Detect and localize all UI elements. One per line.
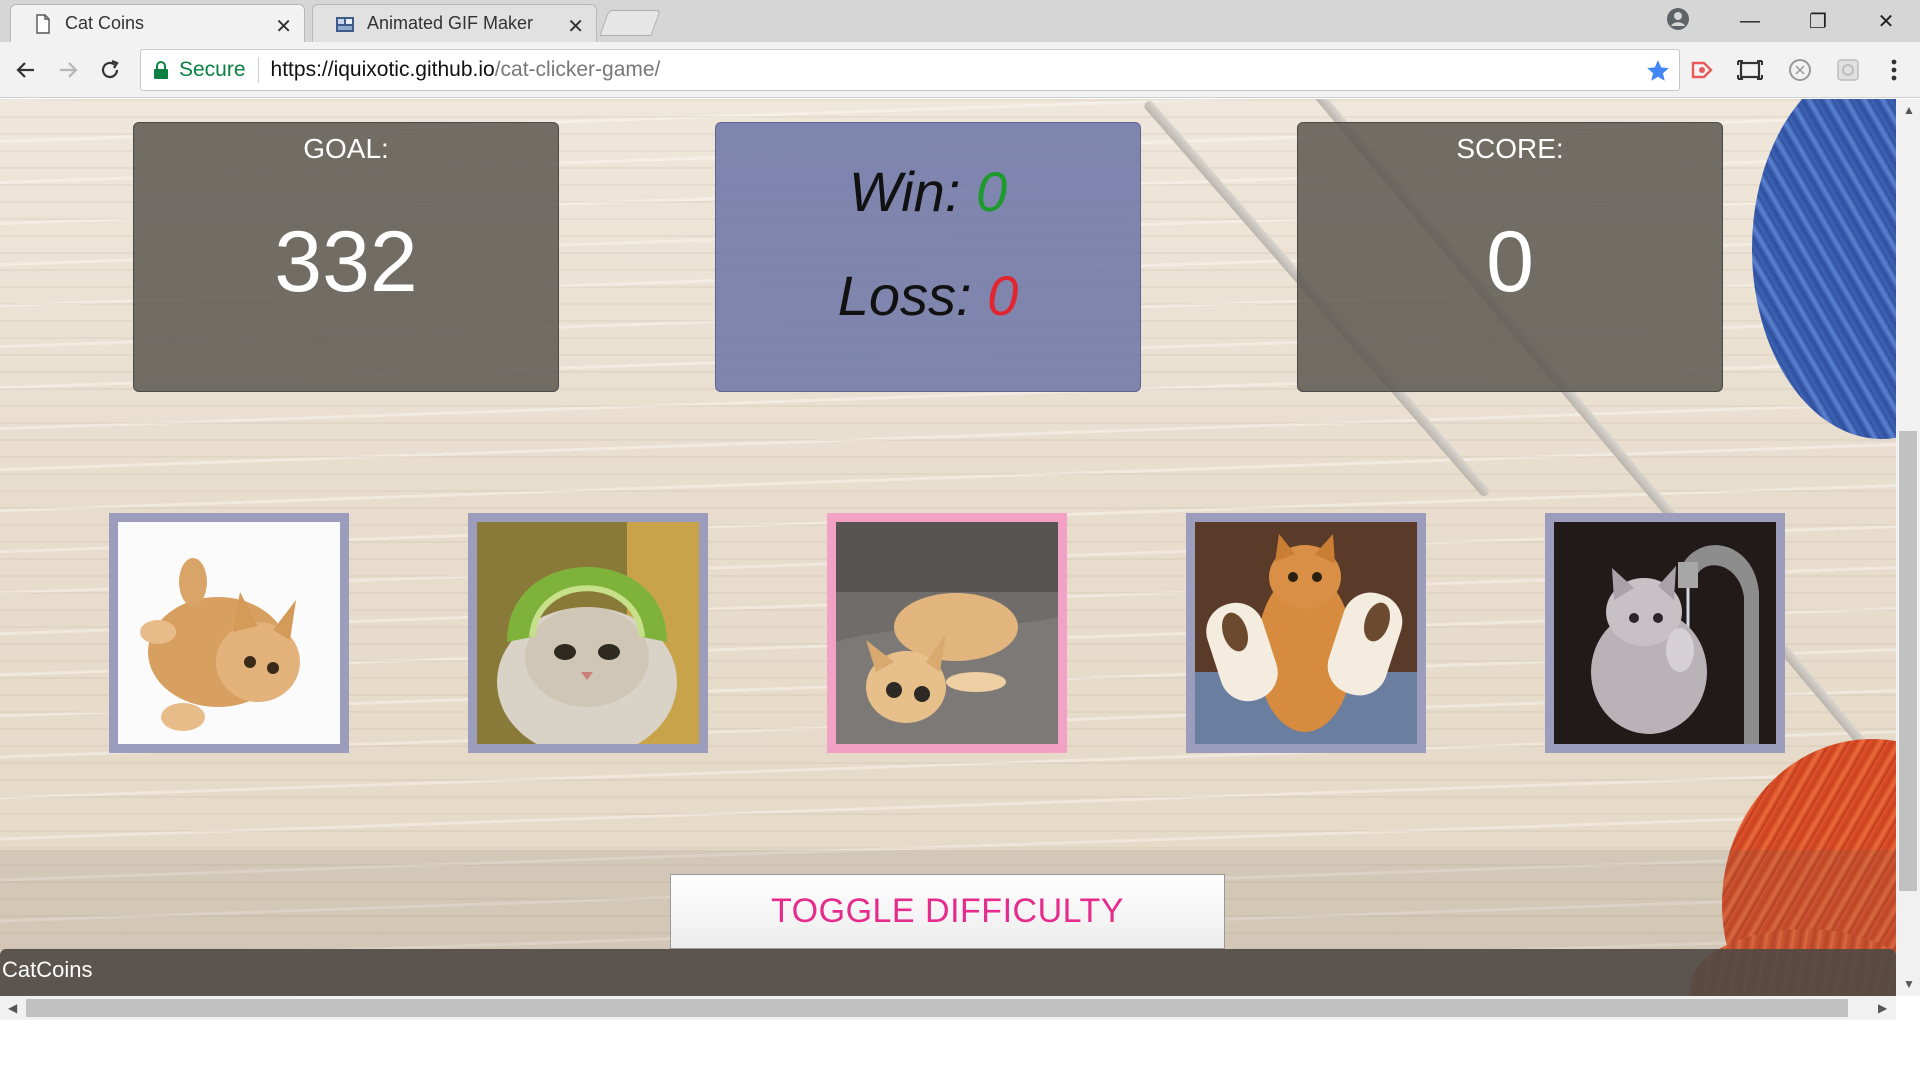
gif-maker-icon xyxy=(336,16,354,32)
forward-button[interactable] xyxy=(52,54,84,86)
window-controls: — ❐ ✕ xyxy=(1716,0,1920,42)
secure-label: Secure xyxy=(179,58,246,81)
cat-button-toilet-paper[interactable] xyxy=(1186,513,1426,753)
extension-icon[interactable] xyxy=(1786,56,1814,84)
close-icon[interactable]: ✕ xyxy=(567,14,584,39)
vertical-scrollbar[interactable]: ▲ ▼ xyxy=(1896,99,1920,996)
win-row: Win: 0 xyxy=(716,159,1140,224)
close-window-button[interactable]: ✕ xyxy=(1852,0,1920,42)
kitten-rolling-image xyxy=(118,522,340,744)
horizontal-scroll-thumb[interactable] xyxy=(26,999,1848,1017)
url-host: https://iquixotic.github.io xyxy=(270,58,495,81)
page-footer: CatCoins xyxy=(0,949,1896,996)
new-tab-button[interactable] xyxy=(599,10,661,36)
forward-icon xyxy=(60,62,78,78)
extension-icon-2[interactable] xyxy=(1834,56,1862,84)
game-page: GOAL: 332 Win: 0 Loss: 0 SCORE: 0 TOGGLE… xyxy=(0,99,1896,996)
restore-button[interactable]: ❐ xyxy=(1784,0,1852,42)
reload-icon xyxy=(101,59,119,79)
cat-lime-helmet-image xyxy=(477,522,699,744)
tab-title: Cat Coins xyxy=(65,13,145,33)
toggle-difficulty-label: TOGGLE DIFFICULTY xyxy=(771,892,1124,930)
cat-button-kitten-faucet[interactable] xyxy=(1545,513,1785,753)
vertical-scroll-thumb[interactable] xyxy=(1899,431,1917,891)
close-icon[interactable]: ✕ xyxy=(275,14,292,39)
toggle-difficulty-button[interactable]: TOGGLE DIFFICULTY xyxy=(670,874,1225,949)
cat-button-lime-helmet[interactable] xyxy=(468,513,708,753)
star-icon[interactable] xyxy=(1645,58,1671,84)
win-count: 0 xyxy=(975,160,1008,223)
score-panel: SCORE: 0 xyxy=(1297,122,1723,392)
cat-toilet-paper-image xyxy=(1195,522,1417,744)
back-button[interactable] xyxy=(10,54,42,86)
kitten-faucet-image xyxy=(1554,522,1776,744)
win-label: Win: xyxy=(848,160,961,223)
tab-animated-gif-maker[interactable]: Animated GIF Maker ✕ xyxy=(312,4,597,42)
browser-toolbar: Secure https://iquixotic.github.io/cat-c… xyxy=(0,42,1920,98)
tab-title: Animated GIF Maker xyxy=(367,13,534,33)
loss-row: Loss: 0 xyxy=(716,263,1140,328)
tab-bar: Cat Coins ✕ Animated GIF Maker ✕ — ❐ ✕ xyxy=(0,0,1920,42)
blue-yarn-decoration xyxy=(1752,99,1896,439)
tab-cat-coins[interactable]: Cat Coins ✕ xyxy=(10,4,305,42)
kitten-on-sofa-image xyxy=(836,522,1058,744)
scroll-left-arrow[interactable]: ◀ xyxy=(8,1001,17,1015)
footer-brand: CatCoins xyxy=(2,957,93,982)
scroll-up-arrow[interactable]: ▲ xyxy=(1903,103,1915,117)
page-icon xyxy=(36,13,50,34)
loss-label: Loss: xyxy=(837,264,972,327)
goal-label: GOAL: xyxy=(303,133,389,164)
url-path: /cat-clicker-game/ xyxy=(494,58,661,81)
lock-icon xyxy=(154,61,168,79)
reload-button[interactable] xyxy=(94,54,126,86)
goal-value: 332 xyxy=(274,214,418,310)
address-bar[interactable]: Secure https://iquixotic.github.io/cat-c… xyxy=(140,49,1680,91)
goal-panel: GOAL: 332 xyxy=(133,122,559,392)
minimize-button[interactable]: — xyxy=(1716,0,1784,42)
record-panel: Win: 0 Loss: 0 xyxy=(715,122,1141,392)
scroll-right-arrow[interactable]: ▶ xyxy=(1878,1001,1887,1015)
cat-button-kitten-on-sofa[interactable] xyxy=(827,513,1067,753)
screenshot-icon[interactable] xyxy=(1736,56,1764,84)
profile-icon[interactable] xyxy=(1666,7,1690,31)
cast-icon[interactable] xyxy=(1688,56,1716,84)
omnibox-divider xyxy=(257,57,259,83)
horizontal-scrollbar[interactable]: ◀ ▶ xyxy=(0,996,1896,1020)
scroll-down-arrow[interactable]: ▼ xyxy=(1903,977,1915,991)
score-label: SCORE: xyxy=(1456,133,1564,164)
menu-icon[interactable] xyxy=(1880,56,1908,84)
cat-button-kitten-rolling[interactable] xyxy=(109,513,349,753)
score-value: 0 xyxy=(1486,214,1534,310)
loss-count: 0 xyxy=(987,264,1019,327)
back-icon xyxy=(16,62,34,78)
